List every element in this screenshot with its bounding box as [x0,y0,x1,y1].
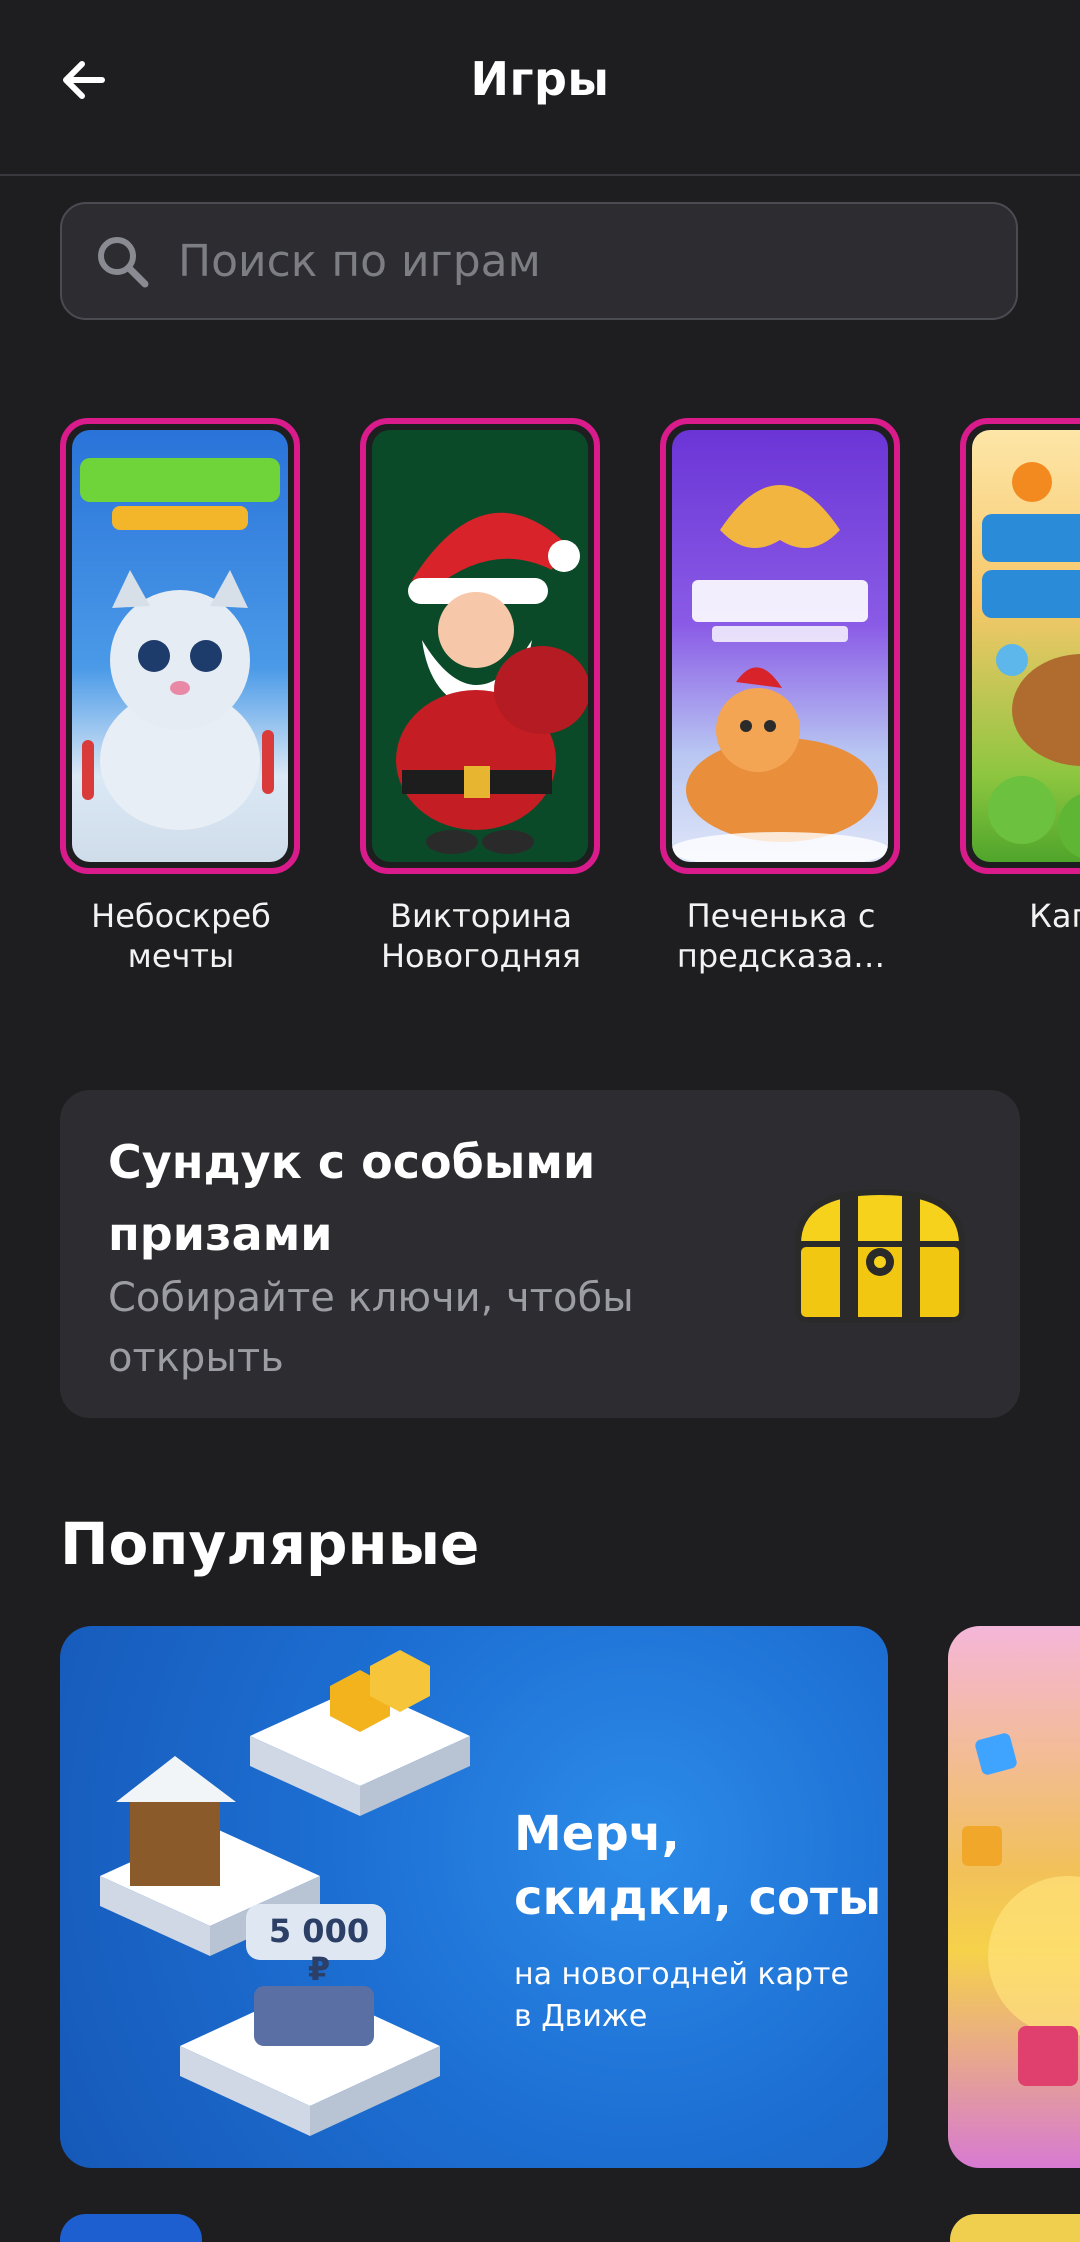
snow-leopard-art [72,430,288,862]
story-thumbnail[interactable] [60,418,300,874]
story-item[interactable]: Небоскреб мечты [60,418,302,976]
banner-illustration [962,1733,1080,2086]
fortune-cookie-art [672,430,888,862]
banner-title: Мерч, скидки, соты [514,1806,882,1926]
games-screen: Игры Поиск по играм Небоскреб мечты Викт… [0,0,1080,2242]
page-title: Игры [470,52,610,106]
story-label: Викторина Новогодняя [380,897,581,975]
section-title-popular: Популярные [60,1510,480,1578]
story-label: Печенька с предсказа… [676,897,886,975]
santa-claus-art [372,430,588,862]
capybara-game-art [972,430,1080,862]
story-item[interactable]: Печенька с предсказа… [660,418,902,976]
chest-card[interactable]: Сундук с особыми призами Собирайте ключи… [60,1090,1020,1418]
search-input[interactable] [178,221,1016,301]
banner-subtitle: на новогодней карте в Движе [514,1957,849,2034]
search-bar[interactable] [60,202,1018,320]
chest-card-title: Сундук с особыми призами [108,1135,596,1261]
popular-banner[interactable]: 5 000 ₽ Мерч, скидки, соты на новогодней… [60,1626,888,2168]
story-label: Небоскреб мечты [91,897,271,975]
search-icon [92,231,152,291]
game-thumbnail[interactable] [950,2214,1080,2242]
story-item[interactable]: Капиб [960,418,1080,936]
banner-illustration [100,1650,470,2136]
story-label: Капиб [1029,897,1080,935]
game-thumbnail[interactable] [60,2214,202,2242]
story-item[interactable]: Викторина Новогодняя [360,418,602,976]
price-tag: 5 000 ₽ [268,1912,370,1988]
chest-card-subtitle: Собирайте ключи, чтобы открыть [108,1275,634,1381]
popular-banner-next[interactable] [948,1626,1080,2168]
story-thumbnail[interactable] [360,418,600,874]
story-thumbnail[interactable] [960,418,1080,874]
treasure-chest-icon [794,1188,966,1323]
popular-list-partial [0,2214,1080,2242]
top-bar: Игры [0,0,1080,176]
story-thumbnail[interactable] [660,418,900,874]
